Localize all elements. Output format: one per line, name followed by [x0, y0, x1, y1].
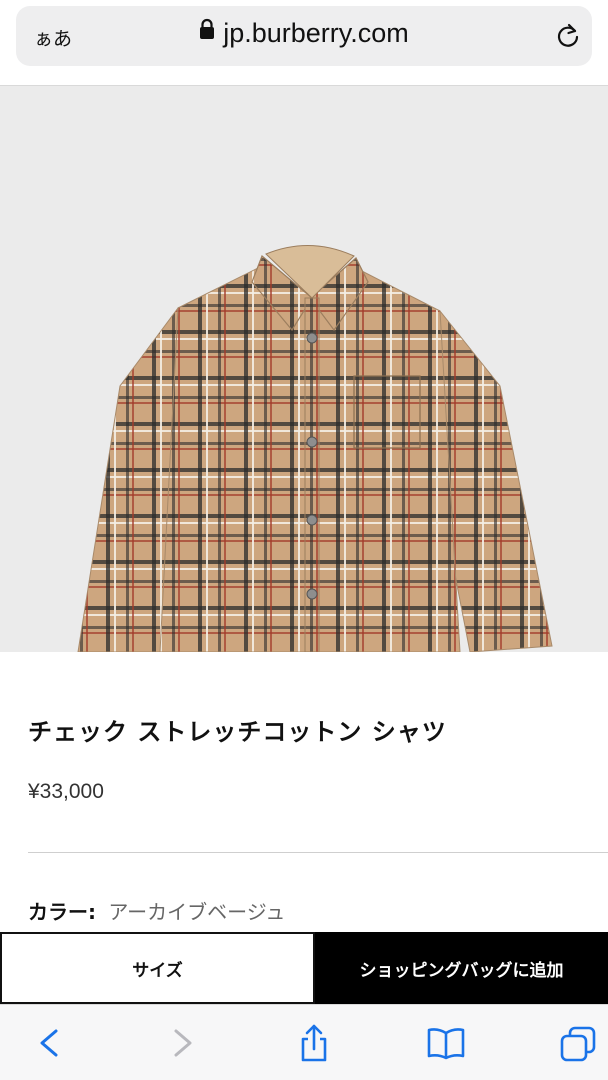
- tabs-icon[interactable]: [558, 1023, 598, 1063]
- browser-address-area: ぁあ jp.burberry.com: [0, 0, 608, 86]
- add-to-bag-button[interactable]: ショッピングバッグに追加: [315, 932, 608, 1004]
- back-icon[interactable]: [30, 1023, 70, 1063]
- divider: [28, 852, 608, 853]
- color-value: アーカイブベージュ: [108, 900, 286, 924]
- color-label: カラー:: [28, 900, 96, 924]
- color-row: カラー: アーカイブベージュ: [28, 896, 285, 925]
- product-image[interactable]: [0, 86, 608, 652]
- share-icon[interactable]: [294, 1023, 334, 1063]
- product-price: ¥33,000: [28, 780, 104, 803]
- purchase-actions: サイズ ショッピングバッグに追加: [0, 932, 608, 1004]
- reload-icon[interactable]: [554, 22, 582, 50]
- bookmarks-icon[interactable]: [426, 1023, 466, 1063]
- url-display[interactable]: jp.burberry.com: [16, 18, 592, 50]
- shirt-illustration: [77, 245, 553, 652]
- browser-toolbar: [0, 1004, 608, 1080]
- lock-icon: [199, 16, 215, 47]
- forward-icon[interactable]: [162, 1023, 202, 1063]
- product-title: チェック ストレッチコットン シャツ: [28, 718, 447, 746]
- address-bar[interactable]: ぁあ jp.burberry.com: [16, 6, 592, 66]
- url-text: jp.burberry.com: [223, 18, 409, 48]
- size-button[interactable]: サイズ: [0, 932, 315, 1004]
